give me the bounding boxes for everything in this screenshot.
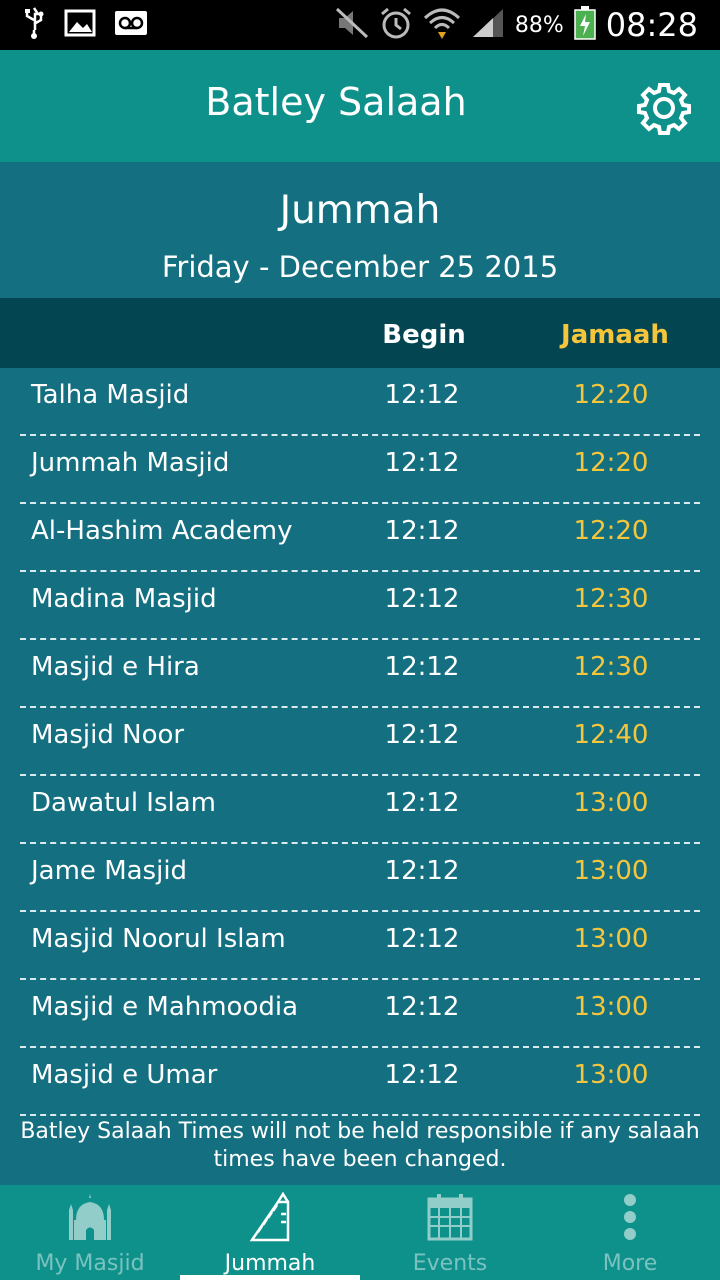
begin-time: 12:12 [384, 788, 460, 818]
alarm-icon [379, 6, 413, 44]
masjid-name: Jame Masjid [31, 856, 188, 886]
jamaah-time: 12:40 [573, 720, 649, 750]
disclaimer: Batley Salaah Times will not be held res… [20, 1119, 700, 1172]
begin-time: 12:12 [384, 992, 460, 1022]
begin-time: 12:12 [384, 652, 460, 682]
masjid-name: Masjid e Mahmoodia [31, 992, 299, 1022]
battery-percent: 88% [514, 12, 564, 38]
more-vertical-icon [600, 1191, 660, 1243]
battery-icon [574, 6, 596, 44]
nav-item-more[interactable]: More [540, 1185, 720, 1280]
column-header-jamaah: Jamaah [561, 320, 669, 350]
wifi-icon [423, 6, 461, 44]
table-row: Masjid Noorul Islam 12:12 13:00 [20, 912, 700, 980]
app-title: Batley Salaah [205, 80, 467, 124]
clock: 08:28 [605, 6, 698, 44]
nav-item-jummah[interactable]: Jummah [180, 1185, 360, 1280]
page-title: Jummah [279, 188, 441, 233]
table-header: Begin Jamaah [0, 298, 720, 368]
nav-label: My Masjid [35, 1251, 145, 1276]
app-bar: Batley Salaah [0, 50, 720, 162]
page-header: Jummah Friday - December 25 2015 [0, 162, 720, 298]
nav-item-events[interactable]: Events [360, 1185, 540, 1280]
table-row: Al-Hashim Academy 12:12 12:20 [20, 504, 700, 572]
masjid-name: Al-Hashim Academy [31, 516, 293, 546]
table-row: Jummah Masjid 12:12 12:20 [20, 436, 700, 504]
gear-icon [636, 83, 692, 140]
begin-time: 12:12 [384, 856, 460, 886]
table-row: Masjid e Hira 12:12 12:30 [20, 640, 700, 708]
masjid-name: Jummah Masjid [31, 448, 230, 478]
masjid-name: Madina Masjid [31, 584, 217, 614]
bottom-navigation: My Masjid Jummah Events More [0, 1185, 720, 1280]
signal-icon [471, 7, 505, 43]
begin-time: 12:12 [384, 448, 460, 478]
jamaah-time: 12:30 [573, 652, 649, 682]
mute-icon [335, 7, 369, 43]
begin-time: 12:12 [384, 1060, 460, 1090]
column-header-begin: Begin [382, 320, 466, 350]
jamaah-time: 12:20 [573, 448, 649, 478]
masjid-name: Masjid e Umar [31, 1060, 218, 1090]
begin-time: 12:12 [384, 380, 460, 410]
usb-icon [22, 6, 46, 44]
masjid-name: Masjid e Hira [31, 652, 200, 682]
nav-label: Events [412, 1251, 488, 1276]
jamaah-time: 12:20 [573, 380, 649, 410]
jamaah-time: 13:00 [573, 992, 649, 1022]
begin-time: 12:12 [384, 516, 460, 546]
table-row: Dawatul Islam 12:12 13:00 [20, 776, 700, 844]
active-tab-indicator [180, 1275, 360, 1280]
jummah-times-list: Talha Masjid 12:12 12:20 Jummah Masjid 12:12… [0, 368, 720, 1116]
table-row: Madina Masjid 12:12 12:30 [20, 572, 700, 640]
voicemail-icon [114, 10, 148, 40]
jamaah-time: 13:00 [573, 1060, 649, 1090]
status-bar: 88% 08:28 [0, 0, 720, 50]
begin-time: 12:12 [384, 924, 460, 954]
jamaah-time: 13:00 [573, 856, 649, 886]
mosque-icon [60, 1191, 120, 1243]
masjid-name: Masjid Noor [31, 720, 185, 750]
table-row: Masjid e Umar 12:12 13:00 [20, 1048, 700, 1116]
masjid-name: Talha Masjid [31, 380, 190, 410]
calendar-icon [420, 1191, 480, 1243]
jamaah-time: 12:20 [573, 516, 649, 546]
jamaah-time: 13:00 [573, 924, 649, 954]
page-date: Friday - December 25 2015 [161, 250, 559, 284]
nav-label: More [602, 1251, 658, 1276]
jamaah-time: 13:00 [573, 788, 649, 818]
table-row: Masjid Noor 12:12 12:40 [20, 708, 700, 776]
table-row: Talha Masjid 12:12 12:20 [20, 368, 700, 436]
table-row: Masjid e Mahmoodia 12:12 13:00 [20, 980, 700, 1048]
nav-label: Jummah [224, 1251, 316, 1276]
jamaah-time: 12:30 [573, 584, 649, 614]
table-row: Jame Masjid 12:12 13:00 [20, 844, 700, 912]
settings-button[interactable] [636, 80, 692, 136]
masjid-name: Masjid Noorul Islam [31, 924, 286, 954]
begin-time: 12:12 [384, 720, 460, 750]
masjid-name: Dawatul Islam [31, 788, 217, 818]
begin-time: 12:12 [384, 584, 460, 614]
nav-item-my-masjid[interactable]: My Masjid [0, 1185, 180, 1280]
image-icon [64, 9, 96, 41]
minbar-icon [240, 1191, 300, 1243]
